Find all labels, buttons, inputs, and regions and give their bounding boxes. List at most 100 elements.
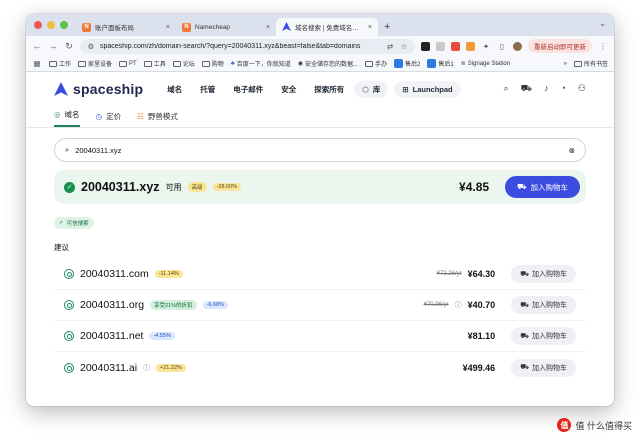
nav-explore-all[interactable]: 探索所有	[314, 84, 344, 95]
back-icon[interactable]: ←	[32, 41, 42, 51]
browser-tab-1[interactable]: N 账户面板布局 ×	[76, 18, 176, 36]
close-tab-icon[interactable]: ×	[266, 24, 270, 31]
menu-kebab-icon[interactable]: ⋮	[598, 42, 608, 51]
close-window-button[interactable]	[34, 21, 42, 29]
browser-tab-2[interactable]: N Namecheap ×	[176, 18, 276, 36]
nav-domains[interactable]: 域名	[167, 84, 182, 95]
bookmark-item[interactable]: 售后1	[427, 59, 454, 68]
library-button[interactable]: ⬡ 库	[354, 80, 389, 98]
url-text[interactable]: spaceship.com/zh/domain-search/?query=20…	[100, 43, 381, 50]
bookmark-item[interactable]: 论坛	[172, 59, 195, 68]
all-bookmarks[interactable]: 所有书签	[573, 59, 608, 68]
update-button[interactable]: 重新启动即可更新	[528, 39, 592, 53]
cart-icon[interactable]: ⛟	[521, 83, 532, 95]
bookmark-item[interactable]: 手办	[364, 59, 387, 68]
bookmark-item[interactable]: 工作	[49, 59, 71, 68]
tab-search-icon[interactable]: ⌄	[599, 19, 606, 28]
grid-icon: ⊞	[402, 84, 409, 94]
suggestion-row[interactable]: 20040311.ai ⓘ +21.22% ¥499.46 ⛟ 加入购物车	[54, 352, 586, 383]
tld-icon	[64, 300, 74, 310]
launchpad-button[interactable]: ⊞ Launchpad	[394, 80, 461, 98]
bookmark-item[interactable]: 购物	[201, 59, 224, 68]
bookmark-item[interactable]: PT	[119, 60, 137, 67]
bookmark-favicon-icon	[393, 59, 403, 68]
close-tab-icon[interactable]: ×	[368, 24, 372, 31]
bookmark-item[interactable]: 家里设备	[78, 59, 112, 68]
more-bookmarks-icon[interactable]: »	[564, 61, 567, 67]
tab-strip: N 账户面板布局 × N Namecheap × 域名搜索 | 免费域名可用性工…	[26, 14, 614, 36]
address-bar[interactable]: ⚙ spaceship.com/zh/domain-search/?query=…	[80, 38, 415, 54]
suggestion-row[interactable]: 20040311.com -11.14% ¥72.26/yr ¥64.30 ⛟ …	[54, 259, 586, 290]
suggestion-row[interactable]: 20040311.org 享受21%的折扣 -6.68% ¥70.96/yr ⓘ…	[54, 290, 586, 321]
extension-icon[interactable]	[466, 41, 475, 51]
search-icon[interactable]: ⌕	[504, 83, 509, 95]
suggestion-row[interactable]: 20040311.net -4.55% ¥81.10 ⛟ 加入购物车	[54, 321, 586, 352]
tab-beast-mode[interactable]: ☵ 野兽模式	[137, 111, 178, 127]
bookmark-item[interactable]: ≋ Signage Station	[461, 60, 510, 68]
extension-icon[interactable]	[451, 41, 460, 51]
forward-icon[interactable]: →	[48, 41, 58, 51]
site-info-icon[interactable]: ⚙	[86, 42, 96, 51]
add-to-cart-label: 加入购物车	[532, 271, 567, 278]
tab-domains[interactable]: ◎ 域名	[54, 109, 80, 127]
maximize-window-button[interactable]	[60, 21, 68, 29]
trusted-search-badge[interactable]: ✓ 可信搜索	[54, 217, 94, 229]
add-to-cart-button[interactable]: ⛟ 加入购物车	[511, 265, 576, 283]
spaceship-logo[interactable]: spaceship	[54, 81, 143, 97]
browser-tab-active[interactable]: 域名搜索 | 免费域名可用性工具 ×	[276, 18, 378, 36]
folder-icon	[78, 60, 87, 67]
bookmark-item[interactable]: 工具	[143, 59, 166, 68]
search-icon: ⌕	[65, 145, 70, 154]
bookmark-label: 论坛	[182, 62, 195, 68]
close-tab-icon[interactable]: ×	[166, 24, 170, 31]
folder-icon	[119, 60, 128, 67]
premium-badge: 高级	[187, 182, 207, 192]
browser-window: N 账户面板布局 × N Namecheap × 域名搜索 | 免费域名可用性工…	[26, 14, 614, 406]
bookmark-label: 售后1	[438, 62, 454, 68]
bookmark-star-icon[interactable]: ☆	[399, 42, 409, 51]
cart-icon: ⛟	[520, 270, 529, 278]
currency-icon[interactable]: ◔	[560, 83, 565, 95]
add-to-cart-button[interactable]: ⛟ 加入购物车	[505, 176, 580, 198]
domain-search-field[interactable]: ⌕ 20040311.xyz ⊗	[54, 138, 586, 162]
new-tab-button[interactable]: +	[378, 18, 396, 36]
spaceship-logo-icon	[54, 82, 68, 96]
info-icon[interactable]: ⓘ	[143, 363, 150, 373]
tab-pricing[interactable]: ◷ 定价	[96, 111, 122, 127]
watermark: 值 值 什么值得买	[557, 418, 632, 432]
translate-icon[interactable]: ⇄	[385, 42, 395, 51]
add-to-cart-button[interactable]: ⛟ 加入购物车	[511, 358, 576, 377]
info-icon[interactable]: ⓘ	[455, 300, 462, 310]
minimize-window-button[interactable]	[47, 21, 55, 29]
extension-icon[interactable]	[436, 41, 445, 51]
bookmark-item[interactable]: ♣ 百度一下，你就知道	[231, 59, 291, 69]
bookmark-item[interactable]: ◉ 安全储存您的数据...	[298, 59, 358, 68]
price-tag-icon: ◷	[95, 112, 103, 121]
apps-grid-icon[interactable]: ▦	[32, 59, 42, 68]
bookmark-item[interactable]: 售后2	[393, 59, 420, 68]
sidebar-icon[interactable]: ▯	[497, 42, 507, 51]
bookmark-label: 安全储存您的数据...	[304, 62, 358, 68]
nav-security[interactable]: 安全	[281, 84, 296, 95]
extensions-puzzle-icon[interactable]: ✦	[481, 42, 491, 51]
suggestion-price: ¥40.70	[467, 300, 496, 310]
tab-label: 定价	[106, 112, 122, 121]
search-input[interactable]: 20040311.xyz	[75, 146, 563, 155]
bell-icon[interactable]: ♪	[544, 83, 549, 95]
clear-icon[interactable]: ⊗	[569, 146, 575, 155]
suggestion-price: ¥81.10	[467, 331, 496, 341]
nav-email[interactable]: 电子邮件	[233, 84, 263, 95]
add-to-cart-button[interactable]: ⛟ 加入购物车	[511, 327, 576, 345]
cart-icon: ⛟	[517, 182, 527, 191]
extension-icon[interactable]	[421, 41, 430, 51]
folder-icon	[143, 60, 152, 67]
reload-icon[interactable]: ↻	[64, 41, 74, 52]
suggestions-list: 20040311.com -11.14% ¥72.26/yr ¥64.30 ⛟ …	[54, 259, 586, 383]
suggestion-price: ¥499.46	[462, 362, 496, 373]
nav-hosting[interactable]: 托管	[200, 84, 215, 95]
tab-label: 野兽模式	[147, 112, 178, 121]
profile-avatar-icon[interactable]	[513, 41, 522, 51]
add-to-cart-button[interactable]: ⛟ 加入购物车	[511, 296, 576, 314]
main-nav: 域名 托管 电子邮件 安全 探索所有	[167, 84, 344, 95]
user-icon[interactable]: ⚇	[578, 83, 586, 95]
